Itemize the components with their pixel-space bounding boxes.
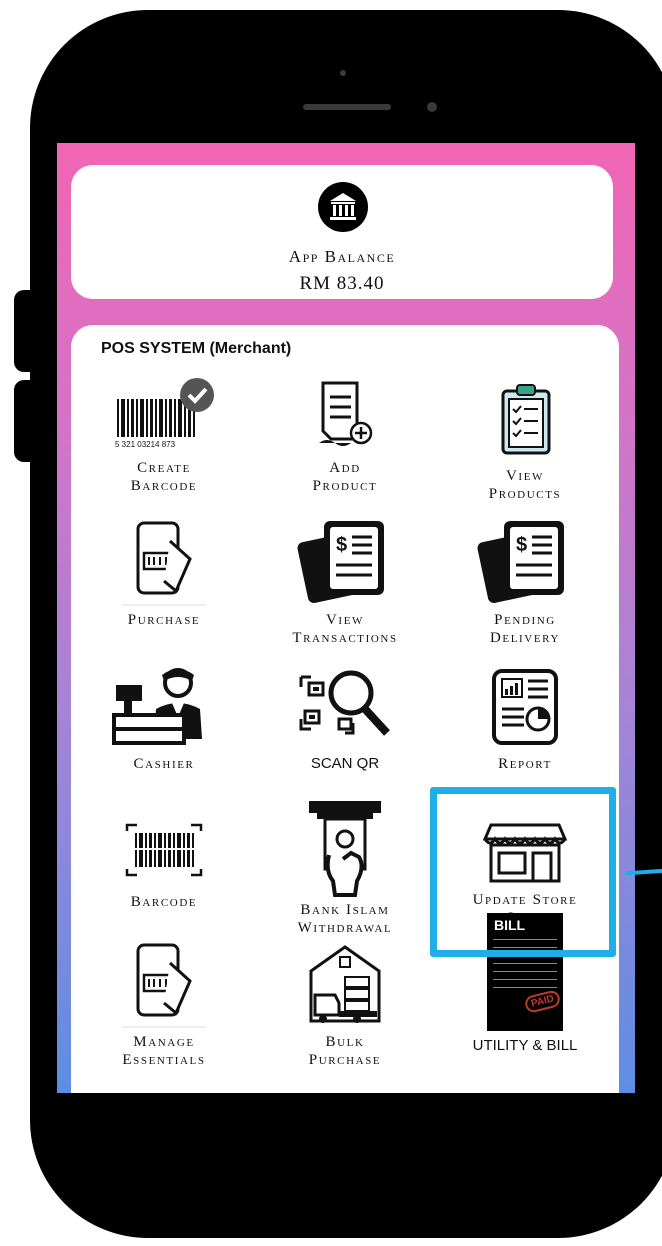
phone-scan-payment-icon: [122, 521, 206, 606]
pos-card: POS SYSTEM (Merchant) 5 321 03214 873 Cr…: [71, 325, 619, 1093]
phone-scan-payment-icon: [122, 943, 206, 1028]
bank-islam-withdrawal-button[interactable]: Bank Islam Withdrawal: [257, 795, 433, 937]
view-transactions-button[interactable]: $ View Transactions: [257, 515, 433, 647]
sensor-dot: [340, 70, 346, 76]
pos-title: POS SYSTEM (Merchant): [101, 340, 292, 357]
view-products-button[interactable]: View Products: [437, 377, 613, 503]
manage-essentials-button[interactable]: Manage Essentials: [76, 937, 252, 1069]
invoice-stack-icon: $: [477, 521, 564, 604]
atm-withdrawal-icon: [309, 801, 381, 897]
scan-qr-button[interactable]: SCAN QR: [257, 663, 433, 773]
report-button[interactable]: Report: [437, 663, 613, 773]
balance-value: RM 83.40: [299, 273, 385, 294]
cashier-button[interactable]: Cashier: [76, 663, 252, 773]
cashier-icon: [112, 668, 202, 745]
add-product-button[interactable]: Add Product: [257, 377, 433, 495]
svg-text:$: $: [516, 534, 527, 556]
clipboard-checklist-icon: [501, 384, 551, 455]
earpiece-speaker: [303, 104, 391, 110]
report-chart-icon: [492, 669, 558, 745]
bank-icon: [318, 182, 368, 232]
balance-title: App Balance: [288, 247, 396, 266]
purchase-button[interactable]: Purchase: [76, 515, 252, 629]
side-button: [14, 290, 40, 372]
svg-text:5 321 03214 873: 5 321 03214 873: [115, 440, 176, 449]
document-add-icon: [319, 381, 373, 446]
pending-delivery-button[interactable]: $ Pending Delivery: [437, 515, 613, 647]
bulk-purchase-button[interactable]: Bulk Purchase: [257, 937, 433, 1069]
barcode-button[interactable]: Barcode: [76, 803, 252, 911]
barcode-check-icon: 5 321 03214 873: [115, 378, 214, 449]
qr-magnifier-icon: [299, 670, 390, 736]
balance-card: App Balance RM 83.40: [71, 165, 613, 299]
highlight-box: [430, 787, 616, 957]
svg-text:$: $: [336, 534, 347, 556]
side-button: [14, 380, 40, 462]
invoice-stack-icon: $: [297, 521, 384, 604]
front-camera: [427, 102, 437, 112]
warehouse-truck-icon: [309, 945, 381, 1023]
barcode-scan-icon: [125, 823, 203, 877]
create-barcode-button[interactable]: 5 321 03214 873 Create Barcode: [76, 377, 252, 495]
